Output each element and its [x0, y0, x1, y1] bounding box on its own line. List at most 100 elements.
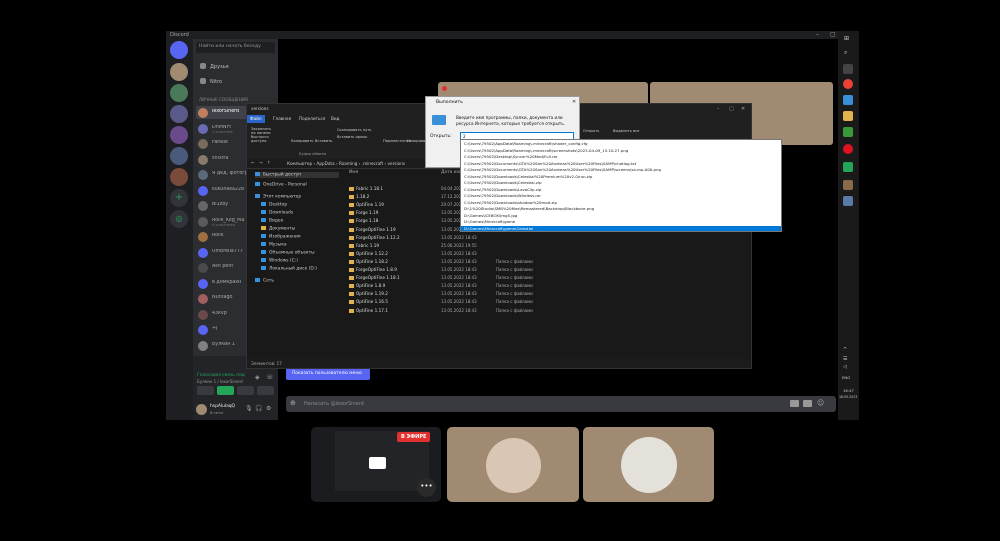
nav-tree-item[interactable]: Локальный диск (D:): [261, 266, 317, 272]
nav-tree-item[interactable]: OneDrive - Personal: [255, 182, 307, 188]
server-icon[interactable]: [170, 63, 188, 81]
file-row[interactable]: OptiFine 1.8.9: [349, 283, 385, 289]
file-row[interactable]: ForgeOptiFine 1.19: [349, 227, 396, 232]
server-icon[interactable]: [170, 168, 188, 186]
file-row[interactable]: OptiFine 1.12.2: [349, 251, 388, 256]
dropdown-option[interactable]: C:\Users\79502\Downloads\Celestial.zip: [464, 180, 541, 185]
close-icon[interactable]: ✕: [572, 99, 576, 105]
explorer-icon[interactable]: [843, 111, 853, 121]
dropdown-option[interactable]: D:\Games\Minecraft\game: [464, 219, 515, 224]
gear-icon[interactable]: ⚙: [266, 405, 271, 412]
dropdown-option[interactable]: C:\Users\79502\AppData\Roaming\.minecraf…: [464, 148, 628, 153]
paste-shortcut-button[interactable]: Вставить ярлык: [337, 135, 367, 139]
chat-input[interactable]: ⊕ Написать @lexorSinerd ☺: [286, 396, 836, 412]
column-header-name[interactable]: Имя: [349, 170, 358, 175]
network-icon[interactable]: ☰: [843, 356, 847, 362]
nav-tree-item[interactable]: Windows (C:): [261, 258, 298, 264]
clock-time[interactable]: 16:47: [843, 388, 854, 393]
disconnect-icon[interactable]: ☏: [266, 374, 274, 381]
copy-button[interactable]: Копировать: [291, 139, 313, 143]
participant-tile[interactable]: [447, 427, 579, 502]
nav-tree-item[interactable]: Быстрый доступ: [255, 172, 339, 178]
run-app-icon[interactable]: [843, 196, 853, 206]
file-row[interactable]: ForgeOptiFine 1.12.2: [349, 235, 400, 240]
screen-share-preview[interactable]: В ЭФИРЕ •••: [311, 427, 441, 502]
explore-servers-icon[interactable]: ◎: [170, 210, 188, 228]
soundboard-button[interactable]: [257, 386, 274, 395]
clock-date[interactable]: 18.05.2023: [839, 395, 857, 399]
task-view-icon[interactable]: [843, 64, 853, 74]
start-icon[interactable]: ⊞: [844, 35, 849, 42]
store-icon[interactable]: [843, 95, 853, 105]
file-row[interactable]: Fabric 1.18.1: [349, 186, 383, 191]
gif-icon[interactable]: [803, 400, 812, 407]
dropdown-option[interactable]: C:\Users\79502\Downloads\Celestial%20Pre…: [464, 174, 592, 179]
nav-tree-item[interactable]: Документы: [261, 226, 295, 232]
breadcrumb-item[interactable]: Roaming: [339, 161, 357, 166]
server-icon[interactable]: [170, 126, 188, 144]
more-options-icon[interactable]: •••: [417, 478, 436, 497]
tab-file[interactable]: Файл: [247, 115, 265, 123]
share-to-user-button[interactable]: Показать пользователю меню: [286, 368, 370, 380]
nav-friends[interactable]: Друзья: [196, 61, 275, 72]
breadcrumb-item[interactable]: .minecraft: [362, 161, 383, 166]
participant-tile[interactable]: [583, 427, 714, 502]
minimize-button[interactable]: –: [717, 106, 720, 112]
dropdown-option[interactable]: D:\Games\Minecraft\game\Celestial: [461, 225, 781, 231]
tab-share[interactable]: Поделиться: [299, 116, 325, 121]
dropdown-option[interactable]: D:\1%20Studio\SMB%20files\Remastered\Bac…: [464, 206, 594, 211]
maximize-button[interactable]: ▢: [729, 106, 734, 112]
search-icon[interactable]: ⌕: [844, 49, 847, 57]
file-row[interactable]: OptiFine 1.17.1: [349, 308, 388, 313]
close-button[interactable]: ✕: [741, 106, 745, 112]
server-icon[interactable]: [170, 105, 188, 123]
mic-icon[interactable]: 🎙: [245, 405, 253, 412]
file-row[interactable]: ForgeOptiFine 1.8.9: [349, 267, 397, 272]
maximize-button[interactable]: ▢: [830, 31, 836, 38]
gift-icon[interactable]: [790, 400, 799, 407]
dropdown-option[interactable]: C:\Users\79502\Documents\GTA%20San%20And…: [464, 161, 636, 166]
chevron-up-icon[interactable]: ^: [843, 347, 847, 353]
file-row[interactable]: OptiFine 1.19: [349, 202, 384, 208]
pin-quick-access-button[interactable]: Закрепить на панели быстрого доступа: [251, 127, 271, 145]
dropdown-option[interactable]: C:\Users\79502\Desktop\Syncer%20Mod\Full…: [464, 154, 558, 159]
back-arrow-icon[interactable]: ←: [251, 161, 255, 166]
server-icon[interactable]: [170, 147, 188, 165]
open-button[interactable]: Открыть: [583, 129, 599, 133]
nav-tree-item[interactable]: Видео: [261, 218, 283, 224]
file-row[interactable]: OptiFine 1.16.5: [349, 299, 388, 305]
camera-button[interactable]: [197, 386, 214, 395]
noise-suppression-icon[interactable]: ◈: [255, 374, 260, 381]
copy-path-button[interactable]: Скопировать путь: [337, 128, 371, 132]
nav-tree-item[interactable]: Downloads: [261, 210, 293, 216]
volume-icon[interactable]: ◁: [843, 364, 847, 370]
file-row[interactable]: 1.18.2: [349, 194, 369, 200]
nav-tree-item[interactable]: Изображения: [261, 234, 301, 240]
nav-tree-item[interactable]: Сеть: [255, 278, 274, 284]
tab-home[interactable]: Главная: [273, 116, 291, 121]
file-row[interactable]: OptiFine 1.19.2: [349, 291, 388, 297]
avatar[interactable]: [196, 404, 207, 415]
tab-view[interactable]: Вид: [331, 116, 340, 121]
dropdown-option[interactable]: D:\Games\ICEBOX\Img5.jpg: [464, 213, 517, 218]
breadcrumb-item[interactable]: AppData: [316, 161, 334, 166]
discord-home-icon[interactable]: [170, 41, 188, 59]
app-icon[interactable]: [843, 127, 853, 137]
add-attachment-icon[interactable]: ⊕: [290, 399, 296, 407]
server-icon[interactable]: [170, 84, 188, 102]
opera-icon[interactable]: [843, 144, 853, 154]
dropdown-option[interactable]: C:\Users\79502\Documents\GTA%20San%20And…: [464, 167, 661, 172]
nav-nitro[interactable]: Nitro: [196, 76, 275, 87]
nav-tree-item[interactable]: Музыка: [261, 242, 287, 248]
breadcrumb-item[interactable]: Компьютер: [287, 161, 312, 166]
nav-tree-item[interactable]: Desktop: [261, 202, 287, 208]
up-arrow-icon[interactable]: ↑: [267, 161, 271, 166]
breadcrumb-item[interactable]: versions: [388, 161, 406, 166]
search-input[interactable]: Найти или начать беседу: [196, 42, 275, 53]
paste-button[interactable]: Вставить: [315, 139, 332, 143]
add-server-icon[interactable]: +: [170, 189, 188, 207]
file-row[interactable]: Fabric 1.19: [349, 243, 379, 248]
chrome-icon[interactable]: [843, 79, 853, 89]
nav-tree-item[interactable]: Этот компьютер: [255, 194, 301, 200]
screen-share-button[interactable]: [217, 386, 234, 395]
